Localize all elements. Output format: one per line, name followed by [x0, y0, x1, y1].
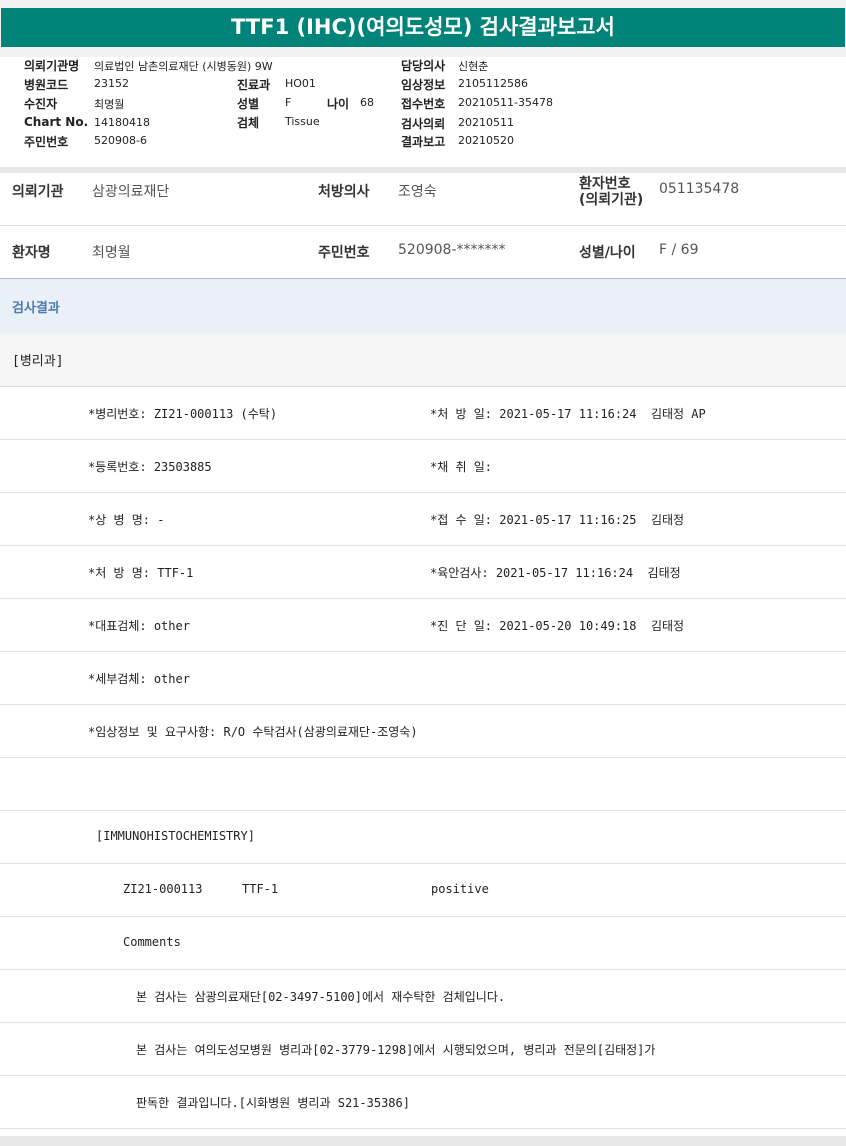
result-header-label: 검사결과 — [12, 301, 60, 316]
report-title: TTF1 (IHC)(여의도성모) 검사결과보고서 — [1, 8, 845, 47]
row-right-text: *접 수 일: 2021-05-17 11:16:25 김태정 — [430, 513, 685, 527]
header-value-age: 68 — [360, 96, 374, 109]
result-row: *세부검체: other — [0, 652, 846, 705]
info-row-patient: 환자명 최명월 주민번호 520908-******* 성별/나이 F / 69 — [0, 226, 846, 279]
header-label-sex: 성별 — [237, 97, 260, 111]
patient-label: 환자명 — [12, 245, 51, 261]
comment-text: 판독한 결과입니다.[시화병원 병리과 S21-35386] — [136, 1096, 410, 1110]
header-label-institution: 의뢰기관명 — [24, 59, 80, 73]
doctor-label: 처방의사 — [318, 184, 370, 200]
header-value-examinee: 최명월 — [94, 98, 125, 111]
doctor-value: 조영숙 — [398, 184, 437, 200]
header-value-sex: F — [285, 96, 292, 109]
row-right-text: *처 방 일: 2021-05-17 11:16:24 김태정 AP — [430, 407, 706, 421]
result-row: *처 방 명: TTF-1 *육안검사: 2021-05-17 11:16:24… — [0, 546, 846, 599]
header-value-department: HO01 — [285, 77, 316, 90]
header-label-request-date: 검사의뢰 — [401, 117, 446, 131]
ihc-marker: TTF-1 — [242, 882, 279, 896]
header-label-chart-no: Chart No. — [24, 115, 89, 129]
row-left-text: *세부검체: other — [88, 672, 190, 686]
result-row: *병리번호: ZI21-000113 (수탁) *처 방 일: 2021-05-… — [0, 387, 846, 440]
row-right-text: *육안검사: 2021-05-17 11:16:24 김태정 — [430, 566, 681, 580]
ihc-title: [IMMUNOHISTOCHEMISTRY] — [96, 829, 255, 843]
comment-text: 본 검사는 삼광의료재단[02-3497-5100]에서 재수탁한 검체입니다. — [136, 990, 506, 1004]
header-value-institution: 의료법인 남촌의료재단 (시병동원) 9W — [94, 60, 273, 73]
result-row: *상 병 명: - *접 수 일: 2021-05-17 11:16:25 김태… — [0, 493, 846, 546]
header-label-report-date: 결과보고 — [401, 135, 446, 149]
patient-no-value: 051135478 — [659, 181, 740, 197]
row-right-text: *진 단 일: 2021-05-20 10:49:18 김태정 — [430, 619, 685, 633]
header-label-age: 나이 — [327, 97, 350, 111]
ihc-title-row: [IMMUNOHISTOCHEMISTRY] — [0, 811, 846, 864]
header-value-clinical-info: 2105112586 — [458, 77, 528, 90]
header-value-specimen: Tissue — [285, 115, 320, 128]
row-left-text: *상 병 명: - — [88, 513, 165, 527]
sex-age-label: 성별/나이 — [579, 245, 636, 261]
header-label-clinical-info: 임상정보 — [401, 78, 446, 92]
title-area: TTF1 (IHC)(여의도성모) 검사결과보고서 — [0, 0, 846, 57]
header-label-rrn: 주민번호 — [24, 135, 69, 149]
result-row: *등록번호: 23503885 *채 취 일: — [0, 440, 846, 493]
header-label-department: 진료과 — [237, 78, 271, 92]
header-label-receipt-no: 접수번호 — [401, 97, 446, 111]
institution-value: 삼광의료재단 — [92, 184, 170, 200]
report-header: 의뢰기관명 의료법인 남촌의료재단 (시병동원) 9W 병원코드 23152 수… — [0, 57, 846, 168]
rrn-value: 520908-******* — [398, 242, 506, 258]
comment-row: 본 검사는 삼광의료재단[02-3497-5100]에서 재수탁한 검체입니다. — [0, 970, 846, 1023]
result-row: *대표검체: other *진 단 일: 2021-05-20 10:49:18… — [0, 599, 846, 652]
bottom-divider — [0, 1136, 846, 1146]
header-label-physician: 담당의사 — [401, 59, 446, 73]
header-value-chart-no: 14180418 — [94, 116, 150, 129]
header-value-hospital-code: 23152 — [94, 77, 129, 90]
blank-row — [0, 758, 846, 811]
header-value-request-date: 20210511 — [458, 116, 514, 129]
info-row-institution: 의뢰기관 삼광의료재단 처방의사 조영숙 환자번호 (의뢰기관) 0511354… — [0, 173, 846, 226]
patient-value: 최명월 — [92, 245, 131, 261]
patient-no-label-2: (의뢰기관) — [579, 192, 644, 208]
section-label: [병리과] — [12, 354, 64, 369]
section-header: [병리과] — [0, 333, 846, 387]
ihc-result: positive — [431, 882, 489, 896]
header-value-receipt-no: 20210511-35478 — [458, 96, 553, 109]
row-left-text: *등록번호: 23503885 — [88, 460, 212, 474]
row-left-text: *처 방 명: TTF-1 — [88, 566, 194, 580]
header-label-examinee: 수진자 — [24, 97, 58, 111]
header-value-report-date: 20210520 — [458, 134, 514, 147]
row-left-text: *대표검체: other — [88, 619, 190, 633]
header-label-hospital-code: 병원코드 — [24, 78, 69, 92]
result-header: 검사결과 — [0, 278, 846, 334]
comment-text: 본 검사는 여의도성모병원 병리과[02-3779-1298]에서 시행되었으며… — [136, 1043, 656, 1057]
rrn-label: 주민번호 — [318, 245, 370, 261]
ihc-case-no: ZI21-000113 — [123, 882, 203, 896]
header-label-specimen: 검체 — [237, 116, 260, 130]
ihc-result-row: ZI21-000113 TTF-1 positive — [0, 864, 846, 917]
row-left-text: *병리번호: ZI21-000113 (수탁) — [88, 407, 278, 421]
header-value-rrn: 520908-6 — [94, 134, 147, 147]
comments-label-row: Comments — [0, 917, 846, 970]
row-left-text: *임상정보 및 요구사항: R/O 수탁검사(삼광의료재단-조영숙) — [88, 725, 418, 739]
comment-row: 판독한 결과입니다.[시화병원 병리과 S21-35386] — [0, 1076, 846, 1129]
row-right-text: *채 취 일: — [430, 460, 493, 474]
sex-age-value: F / 69 — [659, 242, 699, 258]
comments-label: Comments — [123, 935, 181, 949]
header-value-physician: 신현춘 — [458, 60, 489, 73]
result-row: *임상정보 및 요구사항: R/O 수탁검사(삼광의료재단-조영숙) — [0, 705, 846, 758]
comment-row: 본 검사는 여의도성모병원 병리과[02-3779-1298]에서 시행되었으며… — [0, 1023, 846, 1076]
institution-label: 의뢰기관 — [12, 184, 64, 200]
